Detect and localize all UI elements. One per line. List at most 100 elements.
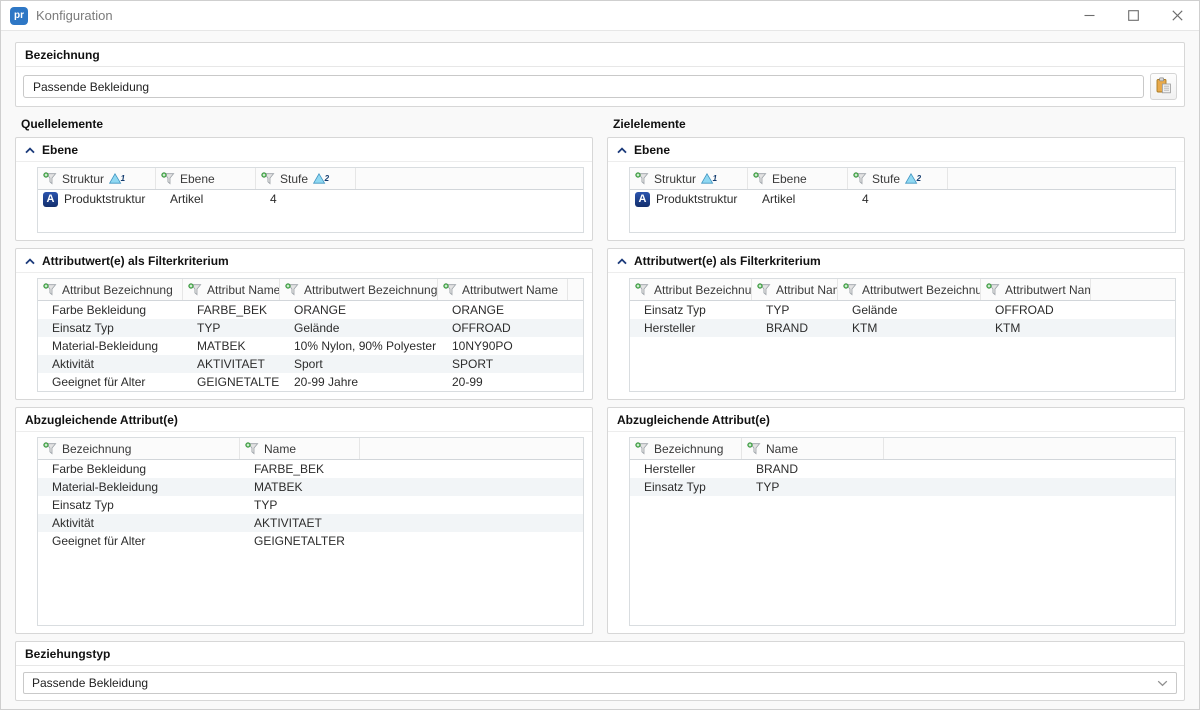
- table-row[interactable]: Geeignet für AlterGEIGNETALTER20-99 Jahr…: [38, 373, 583, 391]
- table-row[interactable]: HerstellerBRAND: [630, 460, 1175, 478]
- minimize-button[interactable]: [1067, 1, 1111, 30]
- column-header[interactable]: Attribut Name: [183, 279, 280, 300]
- filter-icon[interactable]: [161, 172, 175, 185]
- table-row[interactable]: Einsatz TypTYPGeländeOFFROAD: [630, 301, 1175, 319]
- table-cell: Einsatz Typ: [630, 480, 742, 494]
- table-cell: 10% Nylon, 90% Polyester: [280, 339, 438, 353]
- paste-button[interactable]: [1150, 73, 1177, 100]
- source-match-group: Abzugleichende Attribut(e) Bezeichnung: [15, 407, 593, 634]
- table-cell: Hersteller: [630, 321, 752, 335]
- filter-icon[interactable]: [43, 283, 57, 296]
- maximize-button[interactable]: [1111, 1, 1155, 30]
- filter-icon[interactable]: [747, 442, 761, 455]
- table-cell: ORANGE: [280, 303, 438, 317]
- target-ebene-group: Ebene Struktur 1: [607, 137, 1185, 241]
- filter-icon[interactable]: [188, 283, 202, 296]
- table-row[interactable]: A Produktstruktur Artikel 4: [630, 190, 1175, 208]
- filter-icon[interactable]: [245, 442, 259, 455]
- filter-icon[interactable]: [635, 442, 649, 455]
- table-row[interactable]: Einsatz TypTYP: [38, 496, 583, 514]
- target-ebene-table: Struktur 1 Ebene: [629, 167, 1176, 233]
- column-header[interactable]: Attributwert Bezeichnung: [280, 279, 438, 300]
- column-header-filler: [1091, 279, 1175, 300]
- table-row[interactable]: Einsatz TypTYPGeländeOFFROAD: [38, 319, 583, 337]
- filter-icon[interactable]: [853, 172, 867, 185]
- table-cell: Hersteller: [630, 462, 742, 476]
- table-cell: FARBE_BEK: [240, 462, 360, 476]
- table-row[interactable]: Geeignet für AlterGEIGNETALTER: [38, 532, 583, 550]
- filter-icon[interactable]: [285, 283, 299, 296]
- table-cell: Einsatz Typ: [38, 321, 183, 335]
- table-cell: Gelände: [280, 321, 438, 335]
- target-filter-header[interactable]: Attributwert(e) als Filterkriterium: [608, 249, 1184, 273]
- column-header-ebene[interactable]: Ebene: [748, 168, 848, 189]
- filter-icon[interactable]: [753, 172, 767, 185]
- column-label: Bezeichnung: [654, 442, 723, 456]
- column-label: Ebene: [180, 172, 215, 186]
- table-header: Bezeichnung Name: [38, 438, 583, 460]
- source-filter-header[interactable]: Attributwert(e) als Filterkriterium: [16, 249, 592, 273]
- filter-icon[interactable]: [43, 442, 57, 455]
- table-cell: Einsatz Typ: [630, 303, 752, 317]
- filter-icon[interactable]: [261, 172, 275, 185]
- column-header[interactable]: Name: [742, 438, 884, 459]
- beziehungstyp-select[interactable]: Passende Bekleidung: [23, 672, 1177, 694]
- column-header-struktur[interactable]: Struktur 1: [630, 168, 748, 189]
- column-header[interactable]: Attribut Bezeichnung: [38, 279, 183, 300]
- column-header[interactable]: Attribut Bezeichnung: [630, 279, 752, 300]
- column-header-stufe[interactable]: Stufe 2: [256, 168, 356, 189]
- filter-icon[interactable]: [843, 283, 857, 296]
- structure-a-icon: A: [635, 192, 650, 207]
- column-label: Name: [766, 442, 798, 456]
- column-header[interactable]: Bezeichnung: [38, 438, 240, 459]
- table-cell: GEIGNETALTER: [183, 375, 280, 389]
- column-header-stufe[interactable]: Stufe 2: [848, 168, 948, 189]
- column-header[interactable]: Attribut Name: [752, 279, 838, 300]
- column-header[interactable]: Attributwert Bezeichnung: [838, 279, 981, 300]
- close-button[interactable]: [1155, 1, 1199, 30]
- column-header[interactable]: Attributwert Name: [438, 279, 568, 300]
- table-cell: Material-Bekleidung: [38, 480, 240, 494]
- filter-icon[interactable]: [986, 283, 1000, 296]
- table-row[interactable]: Material-BekleidungMATBEK: [38, 478, 583, 496]
- filter-icon[interactable]: [635, 283, 649, 296]
- table-row[interactable]: Material-BekleidungMATBEK10% Nylon, 90% …: [38, 337, 583, 355]
- source-ebene-group: Ebene Struktur 1: [15, 137, 593, 241]
- table-row[interactable]: Farbe BekleidungFARBE_BEK: [38, 460, 583, 478]
- cell-struktur: Produktstruktur: [656, 192, 737, 206]
- group-title: Ebene: [42, 143, 78, 157]
- structure-a-icon: A: [43, 192, 58, 207]
- table-row[interactable]: HerstellerBRANDKTMKTM: [630, 319, 1175, 337]
- group-title: Ebene: [634, 143, 670, 157]
- mapping-columns: Quellelemente Ebene: [15, 116, 1185, 634]
- column-header-struktur[interactable]: Struktur 1: [38, 168, 156, 189]
- filter-icon[interactable]: [43, 172, 57, 185]
- column-header[interactable]: Bezeichnung: [630, 438, 742, 459]
- column-header[interactable]: Name: [240, 438, 360, 459]
- table-header: Bezeichnung Name: [630, 438, 1175, 460]
- column-label: Struktur: [654, 172, 696, 186]
- column-header[interactable]: Attributwert Name: [981, 279, 1091, 300]
- table-row[interactable]: AktivitätAKTIVITAETSportSPORT: [38, 355, 583, 373]
- column-label: Attribut Bezeichnung: [62, 283, 173, 297]
- group-title: Abzugleichende Attribut(e): [617, 413, 770, 427]
- table-row[interactable]: A Produktstruktur Artikel 4: [38, 190, 583, 208]
- table-cell: Aktivität: [38, 357, 183, 371]
- table-cell: 20-99 Jahre: [280, 375, 438, 389]
- table-row[interactable]: AktivitätAKTIVITAET: [38, 514, 583, 532]
- filter-icon[interactable]: [757, 283, 771, 296]
- table-cell: MATBEK: [183, 339, 280, 353]
- table-cell: AKTIVITAET: [183, 357, 280, 371]
- app-logo-icon: pr: [10, 7, 28, 25]
- source-ebene-header[interactable]: Ebene: [16, 138, 592, 162]
- table-row[interactable]: Farbe BekleidungFARBE_BEKORANGEORANGE: [38, 301, 583, 319]
- column-header-ebene[interactable]: Ebene: [156, 168, 256, 189]
- column-label: Attributwert Bezeichnung: [304, 283, 437, 297]
- table-row[interactable]: Einsatz TypTYP: [630, 478, 1175, 496]
- filter-icon[interactable]: [635, 172, 649, 185]
- table-cell: MATBEK: [240, 480, 360, 494]
- target-column: Zielelemente Ebene: [607, 116, 1185, 634]
- target-ebene-header[interactable]: Ebene: [608, 138, 1184, 162]
- filter-icon[interactable]: [443, 283, 457, 296]
- bezeichnung-input[interactable]: [23, 75, 1144, 98]
